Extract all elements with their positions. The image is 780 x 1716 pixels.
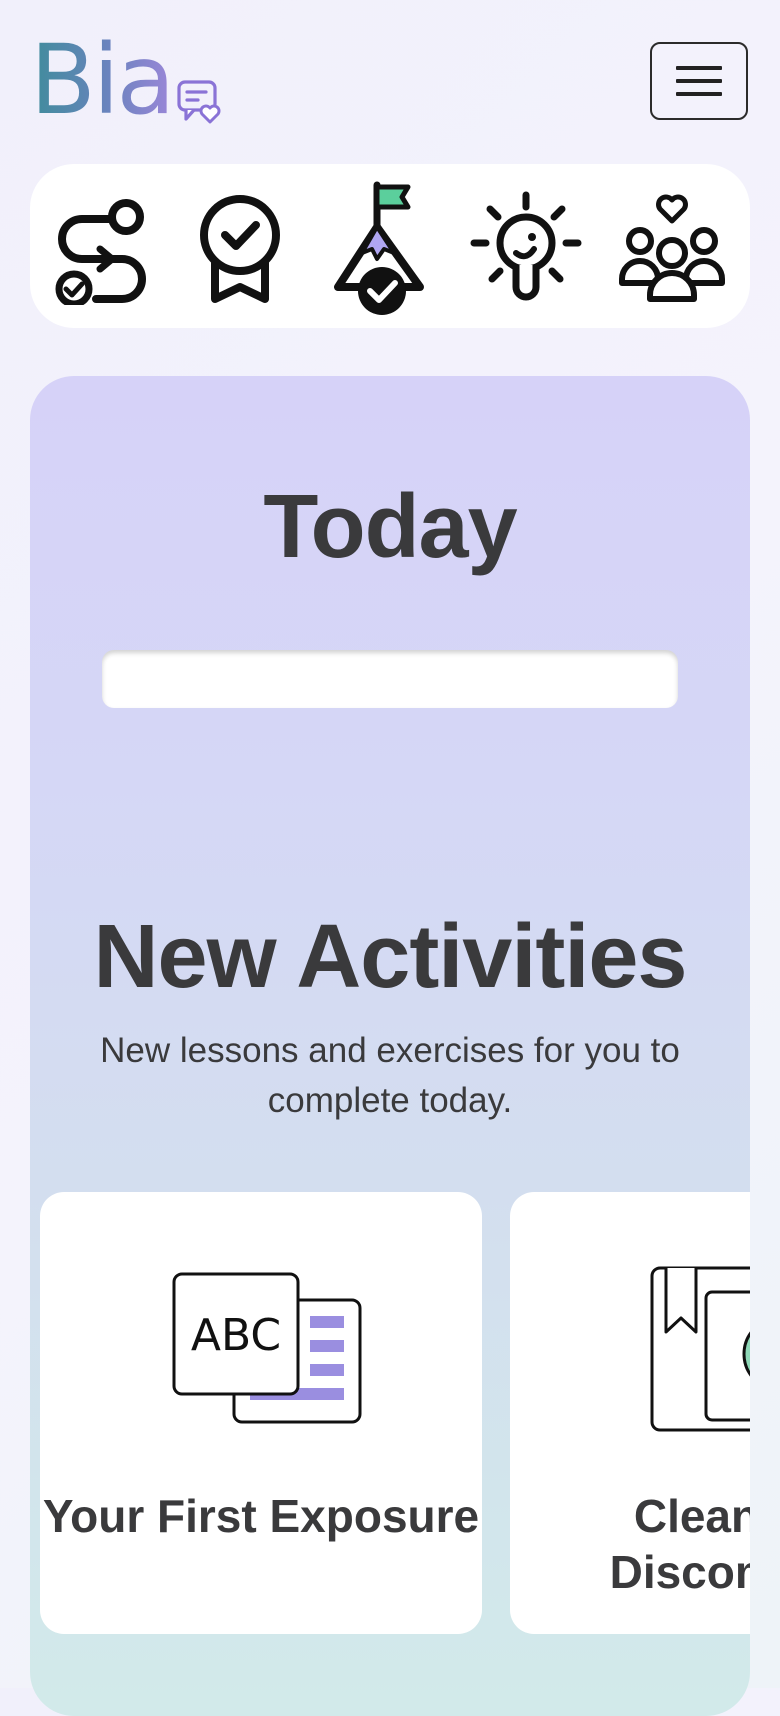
hamburger-menu-icon — [676, 66, 722, 96]
nav-community[interactable] — [614, 182, 730, 312]
abc-flashcard-icon: ABC — [172, 1272, 362, 1424]
activity-card[interactable]: Clean Vs Discomfort — [510, 1192, 750, 1634]
nav-goals[interactable] — [322, 181, 438, 315]
achievement-badge-icon — [200, 195, 280, 303]
svg-text:ABC: ABC — [191, 1310, 281, 1361]
today-progress-bar — [102, 650, 678, 708]
nav-ideas[interactable] — [468, 182, 584, 312]
brand-logo[interactable]: Bia — [30, 18, 175, 136]
new-activities-subtitle: New lessons and exercises for you to com… — [100, 1031, 680, 1120]
activity-title: Your First Exposure — [42, 1490, 480, 1542]
today-title: Today — [263, 477, 517, 577]
activity-card[interactable]: ABC Your First Exposure — [40, 1192, 482, 1634]
main-panel: Today New Activities New lessons and exe… — [30, 376, 750, 1716]
goal-summit-icon — [334, 181, 424, 315]
ideas-lightbulb-icon — [470, 191, 582, 301]
menu-button[interactable] — [650, 42, 748, 120]
journey-path-icon — [55, 199, 146, 305]
app-header: Bia — [0, 0, 780, 160]
brand-name: Bia — [30, 24, 175, 136]
activity-title: Clean Vs Discomfort — [609, 1490, 750, 1598]
community-icon — [619, 194, 725, 302]
nav-achievements[interactable] — [182, 182, 298, 312]
book-image-icon — [650, 1266, 750, 1432]
category-icon-bar — [30, 164, 750, 328]
nav-journey[interactable] — [42, 182, 158, 312]
new-activities-title: New Activities — [93, 907, 688, 1007]
chat-heart-icon[interactable] — [176, 78, 222, 124]
